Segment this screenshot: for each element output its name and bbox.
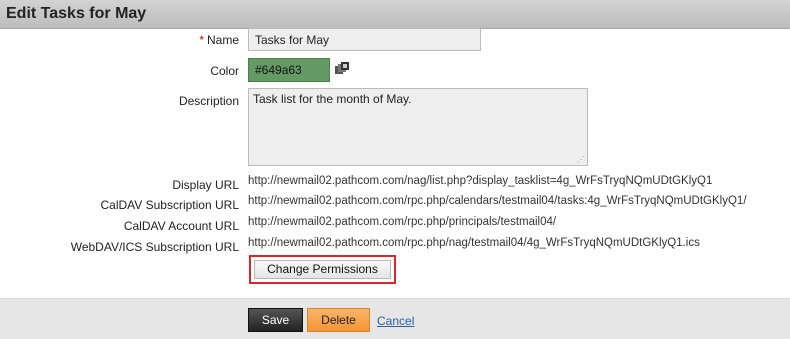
cancel-link[interactable]: Cancel	[377, 314, 414, 328]
color-palette-icon[interactable]	[334, 61, 350, 75]
display-url-label: Display URL	[172, 178, 239, 192]
caldav-subscription-url-value: http://newmail02.pathcom.com/rpc.php/cal…	[248, 195, 747, 207]
description-label: Description	[178, 94, 239, 108]
color-label: Color	[210, 64, 239, 78]
change-permissions-button[interactable]: Change Permissions	[254, 260, 391, 279]
display-url-value: http://newmail02.pathcom.com/nag/list.ph…	[248, 175, 713, 187]
delete-button[interactable]: Delete	[307, 308, 370, 332]
description-textarea[interactable]: Task list for the month of May. ⋰	[248, 88, 588, 166]
resize-handle-icon[interactable]: ⋰	[577, 155, 585, 164]
color-input[interactable]: #649a63	[248, 58, 330, 82]
name-label: Name	[206, 33, 239, 47]
change-permissions-highlight: Change Permissions	[249, 255, 396, 284]
webdav-ics-url-label: WebDAV/ICS Subscription URL	[70, 240, 239, 254]
required-marker: *	[199, 33, 204, 47]
caldav-account-url-label: CalDAV Account URL	[123, 219, 239, 233]
webdav-ics-url-value: http://newmail02.pathcom.com/rpc.php/nag…	[248, 237, 700, 249]
name-label-container: * Name	[199, 33, 239, 47]
caldav-subscription-url-label: CalDAV Subscription URL	[100, 198, 240, 212]
page-header: Edit Tasks for May	[0, 0, 790, 29]
description-text: Task list for the month of May.	[253, 92, 412, 106]
page-title: Edit Tasks for May	[6, 5, 147, 22]
name-input[interactable]: Tasks for May	[248, 28, 481, 51]
save-button[interactable]: Save	[248, 308, 303, 332]
caldav-account-url-value: http://newmail02.pathcom.com/rpc.php/pri…	[248, 216, 557, 228]
form-footer: Save Delete Cancel	[0, 298, 790, 339]
